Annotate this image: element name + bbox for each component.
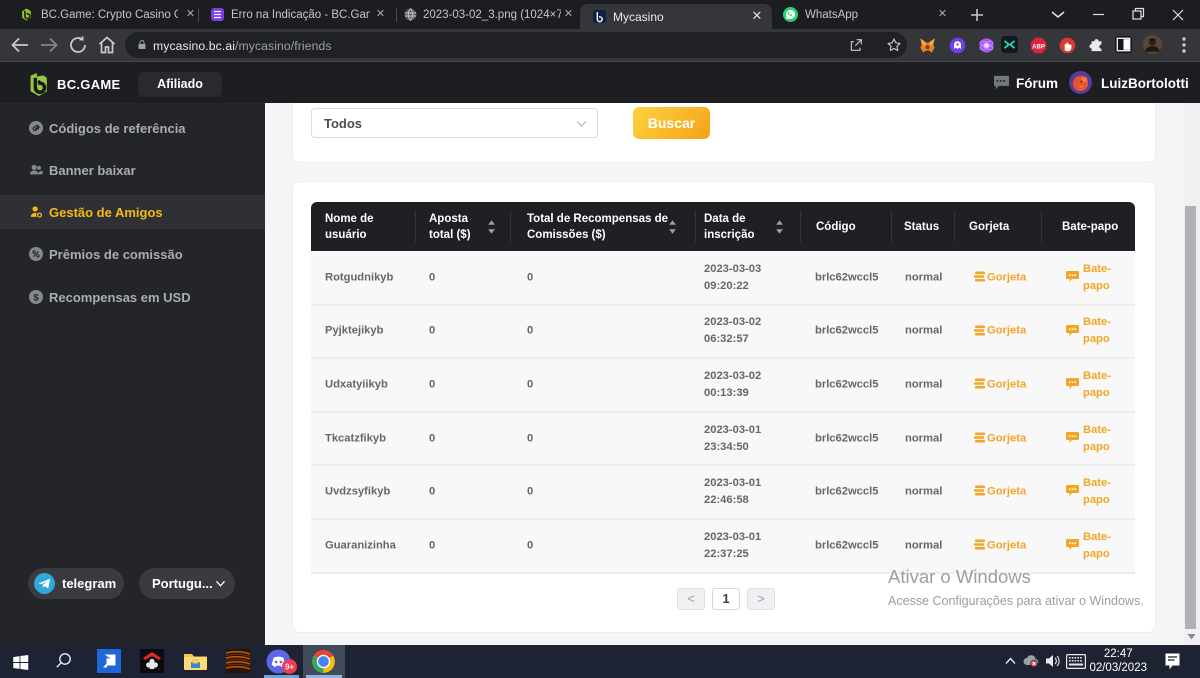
svg-text:ABP: ABP xyxy=(1032,44,1045,50)
svg-text:9+: 9+ xyxy=(285,663,294,672)
svg-text:$: $ xyxy=(33,293,39,304)
